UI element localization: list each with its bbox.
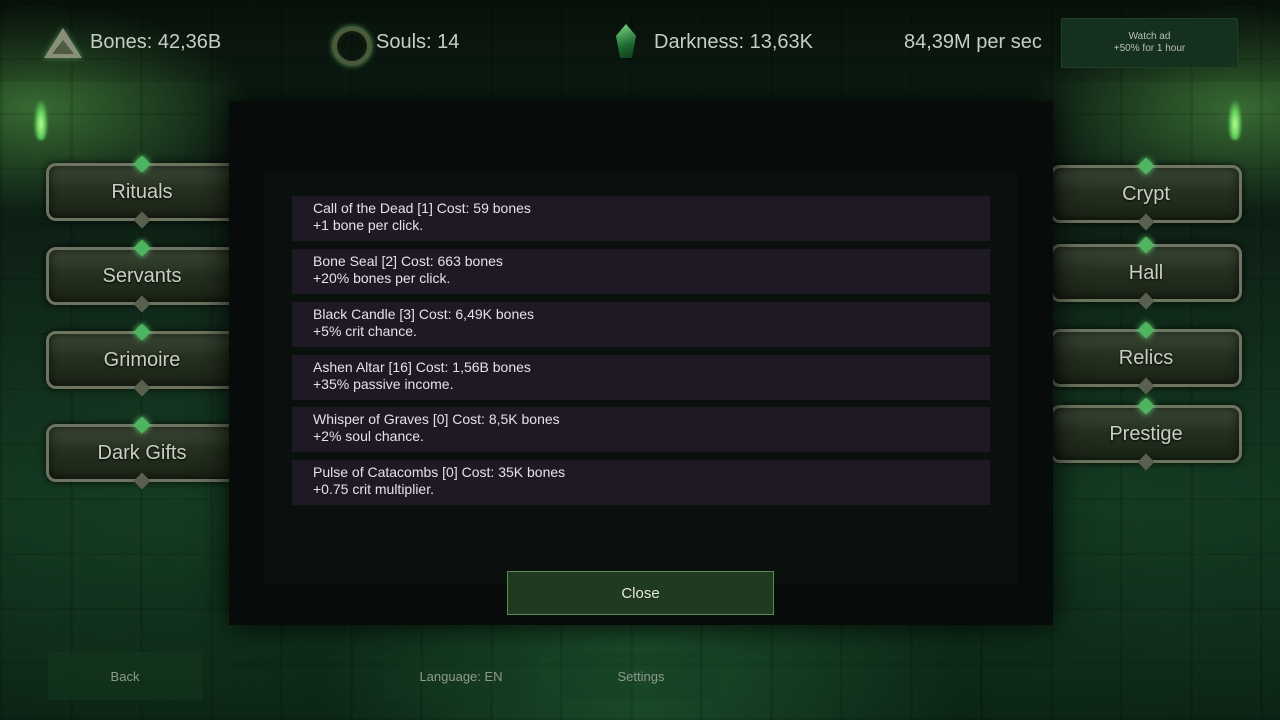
upgrade-description: +1 bone per click. <box>313 217 424 233</box>
darkness-label: Darkness: 13,63K <box>654 30 813 53</box>
upgrade-item[interactable]: Pulse of Catacombs [0] Cost: 35K bones +… <box>292 460 990 505</box>
upgrade-item[interactable]: Call of the Dead [1] Cost: 59 bones +1 b… <box>292 196 990 241</box>
upgrade-description: +35% passive income. <box>313 376 454 392</box>
watch-ad-label: Watch ad <box>1128 31 1171 42</box>
upgrade-title: Black Candle [3] Cost: 6,49K bones <box>313 306 535 322</box>
hall-button[interactable]: Hall <box>1050 244 1242 302</box>
soul-wreath-icon <box>330 24 372 66</box>
upgrade-item[interactable]: Black Candle [3] Cost: 6,49K bones +5% c… <box>292 302 990 347</box>
income-rate: 84,39M per sec <box>904 31 1042 53</box>
language-button[interactable]: Language: EN <box>384 652 538 700</box>
settings-button[interactable]: Settings <box>564 652 718 700</box>
upgrade-description: +5% crit chance. <box>313 323 417 339</box>
rituals-button[interactable]: Rituals <box>46 163 238 221</box>
upgrade-title: Ashen Altar [16] Cost: 1,56B bones <box>313 359 531 375</box>
dark-gifts-button[interactable]: Dark Gifts <box>46 424 238 482</box>
watch-ad-bonus: +50% for 1 hour <box>1113 43 1186 54</box>
upgrade-title: Whisper of Graves [0] Cost: 8,5K bones <box>313 411 560 427</box>
crypt-button[interactable]: Crypt <box>1050 165 1242 223</box>
upgrade-title: Pulse of Catacombs [0] Cost: 35K bones <box>313 464 566 480</box>
close-button[interactable]: Close <box>507 571 774 615</box>
prestige-button[interactable]: Prestige <box>1050 405 1242 463</box>
souls-label: Souls: 14 <box>376 30 460 53</box>
back-button[interactable]: Back <box>48 652 202 700</box>
grimoire-button[interactable]: Grimoire <box>46 331 238 389</box>
dark-crystal-icon <box>608 24 644 60</box>
torch-left <box>34 100 48 140</box>
upgrade-item[interactable]: Ashen Altar [16] Cost: 1,56B bones +35% … <box>292 355 990 400</box>
souls-counter: Souls: 14 <box>330 24 460 66</box>
game-background: Bones: 42,36B Souls: 14 Darkness: 13,63K… <box>0 0 1280 720</box>
upgrade-description: +20% bones per click. <box>313 270 451 286</box>
top-hud: Bones: 42,36B Souls: 14 Darkness: 13,63K… <box>0 0 1280 82</box>
upgrade-title: Bone Seal [2] Cost: 663 bones <box>313 253 503 269</box>
upgrade-description: +0.75 crit multiplier. <box>313 481 434 497</box>
upgrades-dialog: Call of the Dead [1] Cost: 59 bones +1 b… <box>229 101 1053 625</box>
torch-right <box>1228 100 1242 140</box>
upgrade-description: +2% soul chance. <box>313 428 424 444</box>
servants-button[interactable]: Servants <box>46 247 238 305</box>
relics-button[interactable]: Relics <box>1050 329 1242 387</box>
bones-counter: Bones: 42,36B <box>44 24 221 60</box>
upgrade-title: Call of the Dead [1] Cost: 59 bones <box>313 200 531 216</box>
upgrade-item[interactable]: Bone Seal [2] Cost: 663 bones +20% bones… <box>292 249 990 294</box>
bone-pyramid-icon <box>44 24 82 60</box>
darkness-counter: Darkness: 13,63K <box>608 24 813 60</box>
bones-label: Bones: 42,36B <box>90 30 222 53</box>
watch-ad-button[interactable]: Watch ad +50% for 1 hour <box>1061 18 1238 68</box>
upgrade-item[interactable]: Whisper of Graves [0] Cost: 8,5K bones +… <box>292 407 990 452</box>
